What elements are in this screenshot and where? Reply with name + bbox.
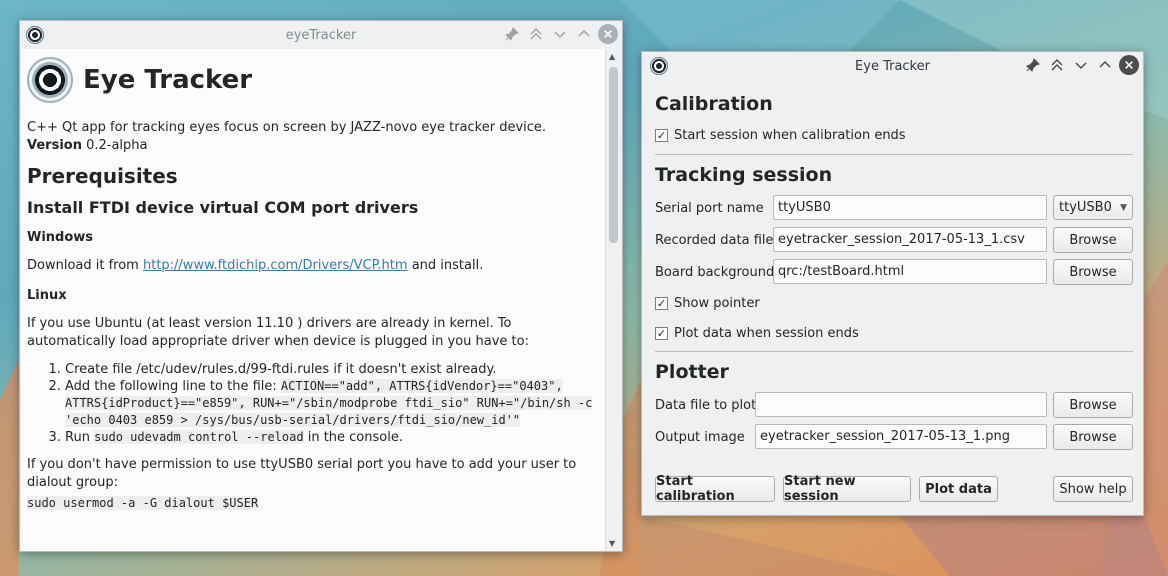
linux-steps-list: Create file /etc/udev/rules.d/99-ftdi.ru…: [65, 361, 601, 446]
windows-heading: Windows: [27, 230, 94, 245]
board-background-input[interactable]: qrc:/testBoard.html: [773, 259, 1047, 284]
board-background-label: Board background: [655, 265, 775, 280]
scroll-down-icon[interactable]: ▼: [609, 539, 615, 548]
version-label: Version: [27, 138, 82, 153]
permission-text: If you don't have permission to use ttyU…: [27, 457, 577, 490]
pin-icon[interactable]: [502, 24, 522, 44]
data-file-label: Data file to plot: [655, 398, 757, 413]
plotter-title: Plotter: [655, 361, 729, 383]
show-pointer-label: Show pointer: [674, 296, 760, 311]
start-session-checkbox[interactable]: ✓: [655, 129, 668, 142]
install-heading: Install FTDI device virtual COM port dri…: [27, 198, 419, 217]
maximize-icon[interactable]: [1095, 55, 1115, 75]
prerequisites-heading: Prerequisites: [27, 164, 178, 188]
linux-heading: Linux: [27, 288, 67, 303]
start-session-label: Start session when calibration ends: [674, 128, 906, 143]
start-session-checkbox-row[interactable]: ✓ Start session when calibration ends: [655, 128, 906, 143]
eye-tracker-app-icon[interactable]: [650, 57, 668, 75]
help-heading: Eye Tracker: [83, 65, 253, 95]
show-pointer-checkbox-row[interactable]: ✓ Show pointer: [655, 296, 760, 311]
show-pointer-checkbox[interactable]: ✓: [655, 297, 668, 310]
recorded-data-input[interactable]: eyetracker_session_2017-05-13_1.csv: [773, 227, 1047, 252]
browse-data-file-button[interactable]: Browse: [1053, 392, 1133, 418]
keep-above-icon[interactable]: [1047, 55, 1067, 75]
serial-port-input[interactable]: ttyUSB0: [773, 195, 1047, 220]
help-scrollbar[interactable]: ▲ ▼: [605, 49, 621, 551]
serial-port-label: Serial port name: [655, 201, 764, 216]
pin-icon[interactable]: [1023, 55, 1043, 75]
eye-tracker-logo: [27, 57, 73, 103]
browse-recorded-button[interactable]: Browse: [1053, 227, 1133, 253]
intro-text: C++ Qt app for tracking eyes focus on sc…: [27, 120, 547, 153]
calibration-title: Calibration: [655, 93, 773, 115]
main-panel: Calibration ✓ Start session when calibra…: [642, 80, 1143, 515]
main-window-titlebar[interactable]: Eye Tracker: [642, 52, 1143, 80]
linux-text: If you use Ubuntu (at least version 11.1…: [27, 316, 529, 349]
recorded-data-label: Recorded data file: [655, 233, 774, 248]
scroll-up-icon[interactable]: ▲: [609, 52, 615, 61]
dialout-command-code: sudo usermod -a -G dialout $USER: [27, 496, 259, 510]
start-new-session-button[interactable]: Start new session: [783, 474, 911, 504]
serial-port-select[interactable]: ttyUSB0 ▼: [1053, 195, 1133, 220]
list-item: Run sudo udevadm control --reload in the…: [65, 429, 601, 446]
close-icon[interactable]: [598, 24, 618, 44]
main-window-title: Eye Tracker: [855, 58, 930, 74]
tracking-session-title: Tracking session: [655, 164, 833, 186]
ftdi-driver-link[interactable]: http://www.ftdichip.com/Drivers/VCP.htm: [143, 258, 408, 273]
main-window: Eye Tracker Calibration ✓ Start session …: [641, 51, 1144, 516]
minimize-icon[interactable]: [550, 24, 570, 44]
plot-when-ends-checkbox-row[interactable]: ✓ Plot data when session ends: [655, 326, 859, 341]
list-item: Add the following line to the file: ACTI…: [65, 378, 601, 429]
plot-when-ends-label: Plot data when session ends: [674, 326, 859, 341]
help-text-browser[interactable]: Eye Tracker C++ Qt app for tracking eyes…: [21, 49, 607, 551]
divider: [655, 154, 1133, 155]
browse-output-button[interactable]: Browse: [1053, 424, 1133, 450]
version-value: 0.2-alpha: [81, 138, 148, 153]
serial-port-select-value: ttyUSB0: [1059, 200, 1112, 215]
browse-board-button[interactable]: Browse: [1053, 259, 1133, 285]
reload-command-code: sudo udevadm control --reload: [94, 430, 304, 444]
output-image-input[interactable]: eyetracker_session_2017-05-13_1.png: [755, 424, 1047, 449]
windows-text: Download it from http://www.ftdichip.com…: [27, 258, 484, 273]
close-icon[interactable]: [1119, 55, 1139, 75]
help-window-titlebar[interactable]: eyeTracker: [20, 21, 622, 49]
start-calibration-button[interactable]: Start calibration: [655, 474, 775, 504]
output-image-label: Output image: [655, 430, 745, 445]
minimize-icon[interactable]: [1071, 55, 1091, 75]
chevron-down-icon: ▼: [1120, 202, 1127, 213]
maximize-icon[interactable]: [574, 24, 594, 44]
scroll-thumb[interactable]: [609, 67, 618, 243]
help-window-title: eyeTracker: [285, 27, 357, 43]
eye-tracker-app-icon[interactable]: [26, 26, 44, 44]
plot-data-button[interactable]: Plot data: [919, 476, 998, 502]
data-file-input[interactable]: [755, 392, 1047, 417]
plot-when-ends-checkbox[interactable]: ✓: [655, 327, 668, 340]
divider: [655, 351, 1133, 352]
show-help-button[interactable]: Show help: [1053, 476, 1133, 502]
keep-above-icon[interactable]: [526, 24, 546, 44]
help-window: eyeTracker Eye Tracker C++ Qt app for tr…: [19, 20, 623, 552]
list-item: Create file /etc/udev/rules.d/99-ftdi.ru…: [65, 361, 601, 378]
